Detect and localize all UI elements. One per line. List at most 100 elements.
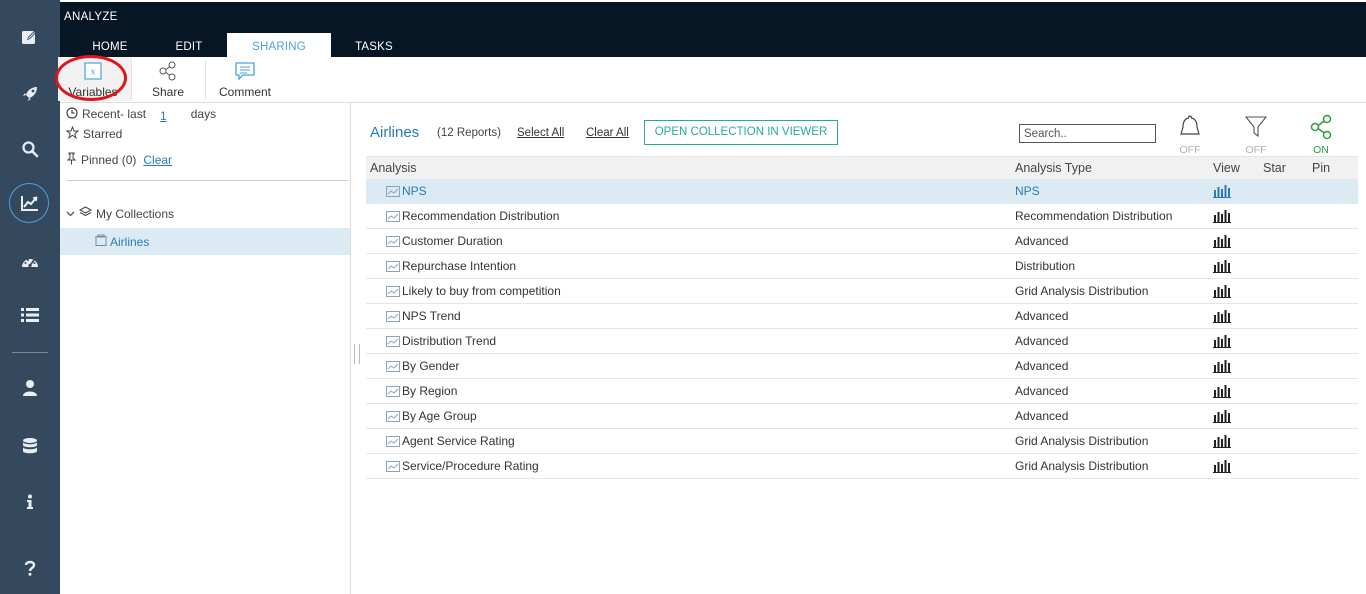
report-type: NPS [1015, 184, 1040, 198]
database-icon[interactable] [0, 426, 60, 466]
sharing-toggle[interactable]: ON [1301, 114, 1341, 156]
view-bar-chart-icon[interactable] [1213, 309, 1231, 326]
report-name[interactable]: Service/Procedure Rating [402, 459, 539, 473]
table-row[interactable]: Repurchase Intention Distribution [366, 254, 1358, 279]
comment-button[interactable]: Comment [215, 57, 275, 102]
days-label: days [190, 107, 217, 121]
comment-label: Comment [218, 85, 271, 99]
trend-chart-icon[interactable] [0, 183, 60, 223]
report-name[interactable]: Distribution Trend [402, 334, 496, 348]
clear-pinned-link[interactable]: Clear [143, 153, 172, 167]
table-row[interactable]: By Gender Advanced [366, 354, 1358, 379]
view-bar-chart-icon[interactable] [1213, 184, 1231, 201]
report-name[interactable]: By Region [402, 384, 457, 398]
view-bar-chart-icon[interactable] [1213, 259, 1231, 276]
open-collection-in-viewer-button[interactable]: OPEN COLLECTION IN VIEWER [644, 120, 838, 145]
report-name[interactable]: By Age Group [402, 409, 477, 423]
filter-state: OFF [1245, 144, 1267, 156]
report-name[interactable]: By Gender [402, 359, 459, 373]
ribbon-separator [131, 60, 132, 99]
table-row[interactable]: Distribution Trend Advanced [366, 329, 1358, 354]
starred-filter[interactable]: Starred [65, 125, 122, 142]
report-name[interactable]: Repurchase Intention [402, 259, 516, 273]
reports-table-header: Analysis Analysis Type View Star Pin [366, 156, 1358, 180]
app-title: ANALYZE [64, 11, 118, 23]
table-row[interactable]: NPS NPS [366, 179, 1358, 204]
pinned-label: Pinned (0) [81, 153, 137, 167]
report-chart-icon [386, 436, 400, 450]
report-name[interactable]: Customer Duration [402, 234, 503, 248]
share-icon [1309, 114, 1333, 143]
pin-icon [66, 152, 77, 168]
report-name[interactable]: Agent Service Rating [402, 434, 515, 448]
view-bar-chart-icon[interactable] [1213, 359, 1231, 376]
search-icon[interactable] [0, 129, 60, 169]
tab-tasks[interactable]: TASKS [346, 38, 402, 57]
view-bar-chart-icon[interactable] [1213, 434, 1231, 451]
col-star: Star [1263, 161, 1286, 175]
panel-divider [66, 180, 348, 181]
table-row[interactable]: NPS Trend Advanced [366, 304, 1358, 329]
select-all-link[interactable]: Select All [517, 127, 564, 139]
help-icon[interactable] [0, 548, 60, 588]
col-analysis-type[interactable]: Analysis Type [1015, 161, 1092, 175]
report-count: (12 Reports) [437, 127, 501, 139]
table-row[interactable]: Likely to buy from competition Grid Analy… [366, 279, 1358, 304]
view-bar-chart-icon[interactable] [1213, 284, 1231, 301]
report-chart-icon [386, 336, 400, 350]
report-name[interactable]: Recommendation Distribution [402, 209, 559, 223]
table-row[interactable]: By Age Group Advanced [366, 404, 1358, 429]
collections-panel: Recent- last 1 days Starred Pinned (0) C… [60, 103, 351, 594]
recent-days-input[interactable]: 1 [160, 109, 167, 123]
table-row[interactable]: Customer Duration Advanced [366, 229, 1358, 254]
report-name[interactable]: NPS [402, 184, 427, 198]
table-row[interactable]: By Region Advanced [366, 379, 1358, 404]
report-type: Advanced [1015, 309, 1069, 323]
collection-item-airlines[interactable]: Airlines [60, 228, 350, 255]
pinned-filter[interactable]: Pinned (0) Clear [66, 152, 172, 168]
user-icon[interactable] [0, 368, 60, 408]
report-chart-icon [386, 186, 400, 200]
col-analysis[interactable]: Analysis [370, 161, 417, 175]
view-bar-chart-icon[interactable] [1213, 409, 1231, 426]
list-icon[interactable] [0, 295, 60, 335]
left-icon-rail [0, 0, 60, 594]
search-input[interactable] [1019, 124, 1156, 143]
alerts-toggle[interactable]: OFF [1170, 114, 1210, 156]
rail-divider [12, 352, 48, 353]
collection-item-label: Airlines [110, 234, 150, 249]
panel-resize-handle[interactable] [354, 344, 360, 364]
report-chart-icon [386, 461, 400, 475]
report-chart-icon [386, 311, 400, 325]
report-name[interactable]: Likely to buy from competition [402, 284, 561, 298]
report-type: Advanced [1015, 334, 1069, 348]
recent-filter[interactable]: Recent- last 1 days [66, 105, 216, 123]
tab-sharing[interactable]: SHARING [227, 33, 331, 57]
table-row[interactable]: Recommendation Distribution Recommendatio… [366, 204, 1358, 229]
rocket-icon[interactable] [0, 74, 60, 114]
pencil-edit-icon[interactable] [0, 17, 60, 57]
collection-folder-icon [95, 234, 107, 249]
share-button[interactable]: Share [146, 57, 190, 102]
annotation-red-circle [55, 55, 127, 101]
view-bar-chart-icon[interactable] [1213, 334, 1231, 351]
info-icon[interactable] [0, 482, 60, 522]
view-bar-chart-icon[interactable] [1213, 209, 1231, 226]
variables-button[interactable]: x Variables [55, 55, 132, 102]
ribbon-separator [205, 60, 206, 99]
view-bar-chart-icon[interactable] [1213, 234, 1231, 251]
tab-edit[interactable]: EDIT [166, 38, 212, 57]
report-type: Advanced [1015, 234, 1069, 248]
filter-toggle[interactable]: OFF [1236, 114, 1276, 156]
my-collections-node[interactable]: My Collections [66, 206, 174, 221]
view-bar-chart-icon[interactable] [1213, 384, 1231, 401]
report-type: Advanced [1015, 359, 1069, 373]
report-chart-icon [386, 361, 400, 375]
table-row[interactable]: Service/Procedure Rating Grid Analysis Di… [366, 454, 1358, 479]
report-name[interactable]: NPS Trend [402, 309, 461, 323]
table-row[interactable]: Agent Service Rating Grid Analysis Distri… [366, 429, 1358, 454]
view-bar-chart-icon[interactable] [1213, 459, 1231, 476]
dashboard-gauge-icon[interactable] [0, 242, 60, 282]
comment-icon [234, 60, 256, 82]
clear-all-link[interactable]: Clear All [586, 127, 629, 139]
